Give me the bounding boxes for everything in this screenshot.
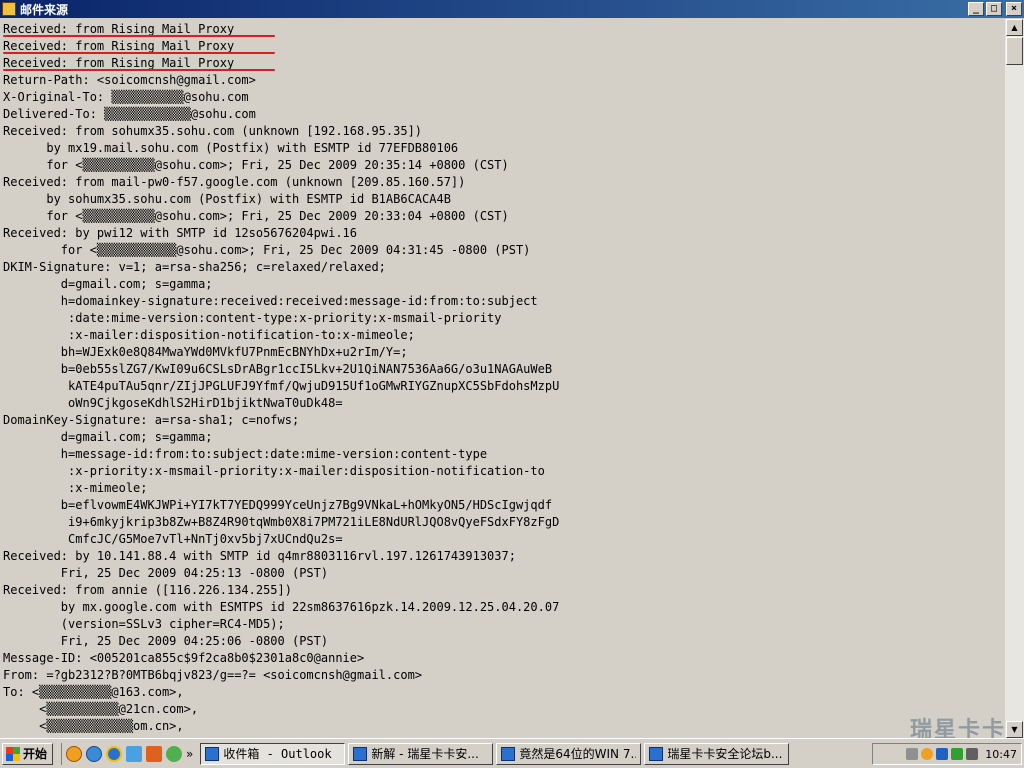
start-button[interactable]: 开始 bbox=[2, 742, 54, 765]
highlighted-header-line: Received: from Rising Mail Proxy bbox=[3, 55, 559, 72]
header-line: d=gmail.com; s=gamma; bbox=[3, 430, 213, 444]
keyboard-icon[interactable] bbox=[906, 748, 919, 760]
taskbar-button[interactable]: 竟然是64位的WIN 7... bbox=[496, 742, 642, 765]
highlighted-header-line: Received: from Rising Mail Proxy bbox=[3, 38, 559, 55]
header-line: Fri, 25 Dec 2009 04:25:13 -0800 (PST) bbox=[3, 566, 329, 580]
header-line: by mx.google.com with ESMTPS id 22sm8637… bbox=[3, 600, 560, 614]
mail-source-window: 邮件来源 _ □ × Received: from Rising Mail Pr… bbox=[0, 0, 1024, 738]
header-line: Delivered-To: ▒▒▒▒▒▒▒▒▒▒▒▒@sohu.com bbox=[3, 107, 256, 121]
header-line: b=eflvowmE4WKJWPi+YI7kT7YEDQ999YceUnjz7B… bbox=[3, 498, 553, 512]
header-line: CmfcJC/G5Moe7vTl+NnTj0xv5bj7xUCndQu2s= bbox=[3, 532, 343, 546]
header-line: Received: from sohumx35.sohu.com (unknow… bbox=[3, 124, 423, 138]
header-line: <▒▒▒▒▒▒▒▒▒▒▒▒om.cn>, bbox=[3, 719, 184, 733]
header-line: Received: from mail-pw0-f57.google.com (… bbox=[3, 175, 466, 189]
header-line: for <▒▒▒▒▒▒▒▒▒▒@sohu.com>; Fri, 25 Dec 2… bbox=[3, 158, 509, 172]
window-title: 邮件来源 bbox=[20, 2, 69, 17]
outlook-icon[interactable] bbox=[126, 745, 143, 762]
ie-browser-icon[interactable] bbox=[106, 745, 123, 762]
minimize-button[interactable]: _ bbox=[968, 2, 984, 16]
header-line: <▒▒▒▒▒▒▒▒▒▒@21cn.com>, bbox=[3, 702, 199, 716]
scroll-up-button[interactable]: ▲ bbox=[1006, 19, 1023, 36]
messenger-icon[interactable] bbox=[166, 745, 183, 762]
header-line: Received: from annie ([116.226.134.255]) bbox=[3, 583, 292, 597]
window-controls: _ □ × bbox=[968, 2, 1022, 16]
taskbar-button-label: 竟然是64位的WIN 7... bbox=[519, 747, 637, 761]
taskbar: 开始 » 收件箱 - Outlook ... 新解 - 瑞星卡卡安... 竟然是64… bbox=[0, 738, 1024, 768]
title-bar[interactable]: 邮件来源 _ □ × bbox=[0, 0, 1024, 18]
shield-icon[interactable] bbox=[951, 748, 964, 760]
qq-icon[interactable] bbox=[86, 745, 103, 762]
header-line: To: <▒▒▒▒▒▒▒▒▒▒@163.com>, bbox=[3, 685, 184, 699]
taskbar-button-label: 新解 - 瑞星卡卡安... bbox=[371, 747, 479, 761]
ie-browser-icon bbox=[353, 746, 368, 761]
header-line: X-Original-To: ▒▒▒▒▒▒▒▒▒▒@sohu.com bbox=[3, 90, 249, 104]
close-button[interactable]: × bbox=[1006, 2, 1022, 16]
volume-icon[interactable] bbox=[966, 748, 979, 760]
header-line: Fri, 25 Dec 2009 04:25:06 -0800 (PST) bbox=[3, 634, 329, 648]
taskbar-button[interactable]: 收件箱 - Outlook ... bbox=[200, 742, 346, 765]
start-label: 开始 bbox=[23, 747, 48, 761]
header-line: :x-mimeole; bbox=[3, 481, 148, 495]
quick-launch-more-icon[interactable]: » bbox=[186, 747, 193, 761]
rising-antivirus-icon[interactable] bbox=[66, 745, 83, 762]
header-line: Message-ID: <005201ca855c$9f2ca8b0$2301a… bbox=[3, 651, 365, 665]
header-line: i9+6mkyjkrip3b8Zw+B8Z4R90tqWmb0X8i7PM721… bbox=[3, 515, 560, 529]
ie-browser-icon bbox=[501, 746, 516, 761]
scroll-down-button[interactable]: ▼ bbox=[1006, 721, 1023, 738]
clock[interactable]: 10:47 bbox=[985, 748, 1017, 761]
header-lines: Received: from Rising Mail Proxy Received… bbox=[3, 21, 559, 735]
taskbar-button-label: 瑞星卡卡安全论坛b... bbox=[667, 747, 783, 761]
taskbar-button[interactable]: 新解 - 瑞星卡卡安... bbox=[348, 742, 494, 765]
header-line: d=gmail.com; s=gamma; bbox=[3, 277, 213, 291]
quick-launch-bar bbox=[61, 742, 183, 765]
media-player-icon[interactable] bbox=[146, 745, 163, 762]
header-line: for <▒▒▒▒▒▒▒▒▒▒▒@sohu.com>; Fri, 25 Dec … bbox=[3, 243, 531, 257]
header-line: bh=WJExk0e8Q84MwaYWd0MVkfU7PnmEcBNYhDx+u… bbox=[3, 345, 408, 359]
system-tray: 10:47 bbox=[872, 743, 1022, 765]
header-line: From: =?gb2312?B?0MTB6bqjv823/g==?= <soi… bbox=[3, 668, 423, 682]
highlighted-header-line: Received: from Rising Mail Proxy bbox=[3, 21, 559, 38]
header-line: DKIM-Signature: v=1; a=rsa-sha256; c=rel… bbox=[3, 260, 386, 274]
header-line: :date:mime-version:content-type:x-priori… bbox=[3, 311, 502, 325]
header-line: by mx19.mail.sohu.com (Postfix) with ESM… bbox=[3, 141, 459, 155]
rising-tray-icon[interactable] bbox=[921, 748, 934, 760]
mail-app-icon bbox=[2, 2, 16, 16]
maximize-button[interactable]: □ bbox=[986, 2, 1002, 16]
header-line: :x-priority:x-msmail-priority:x-mailer:d… bbox=[3, 464, 545, 478]
header-line: h=message-id:from:to:subject:date:mime-v… bbox=[3, 447, 488, 461]
windows-logo-icon bbox=[6, 746, 20, 761]
outlook-icon bbox=[205, 746, 220, 761]
header-line: DomainKey-Signature: a=rsa-sha1; c=nofws… bbox=[3, 413, 300, 427]
header-line: :x-mailer:disposition-notification-to:x-… bbox=[3, 328, 415, 342]
header-text-area[interactable]: Received: from Rising Mail Proxy Received… bbox=[0, 19, 1005, 738]
ie-browser-icon bbox=[649, 746, 664, 761]
header-line: (version=SSLv3 cipher=RC4-MD5); bbox=[3, 617, 285, 631]
header-line: h=domainkey-signature:received:received:… bbox=[3, 294, 538, 308]
header-line: Received: by pwi12 with SMTP id 12so5676… bbox=[3, 226, 358, 240]
header-line: oWn9CjkgoseKdhlS2HirD1bjiktNwaT0uDk48= bbox=[3, 396, 343, 410]
header-line: b=0eb55slZG7/KwI09u6CSLsDrABgr1ccI5Lkv+2… bbox=[3, 362, 553, 376]
header-line: Return-Path: <soicomcnsh@gmail.com> bbox=[3, 73, 256, 87]
header-line: by sohumx35.sohu.com (Postfix) with ESMT… bbox=[3, 192, 451, 206]
header-line: for <▒▒▒▒▒▒▒▒▒▒@sohu.com>; Fri, 25 Dec 2… bbox=[3, 209, 509, 223]
scroll-thumb[interactable] bbox=[1006, 37, 1023, 65]
header-line: Received: by 10.141.88.4 with SMTP id q4… bbox=[3, 549, 516, 563]
vertical-scrollbar[interactable]: ▲ ▼ bbox=[1005, 19, 1024, 738]
task-buttons: 收件箱 - Outlook ... 新解 - 瑞星卡卡安... 竟然是64位的WIN… bbox=[197, 742, 790, 765]
network-icon[interactable] bbox=[936, 748, 949, 760]
taskbar-button[interactable]: 瑞星卡卡安全论坛b... bbox=[644, 742, 790, 765]
header-line: kATE4puTAu5qnr/ZIjJPGLUFJ9Yfmf/QwjuD915U… bbox=[3, 379, 560, 393]
taskbar-button-label: 收件箱 - Outlook ... bbox=[223, 747, 340, 761]
